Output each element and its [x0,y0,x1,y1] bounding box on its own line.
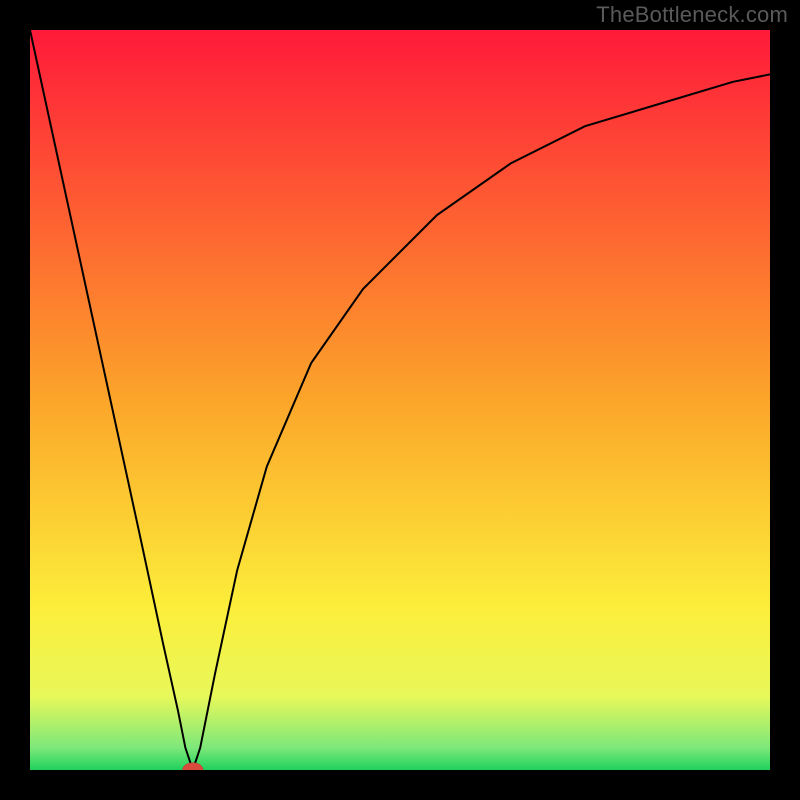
bottleneck-plot [30,30,770,770]
watermark-text: TheBottleneck.com [596,2,788,28]
chart-frame: TheBottleneck.com [0,0,800,800]
plot-background [30,30,770,770]
